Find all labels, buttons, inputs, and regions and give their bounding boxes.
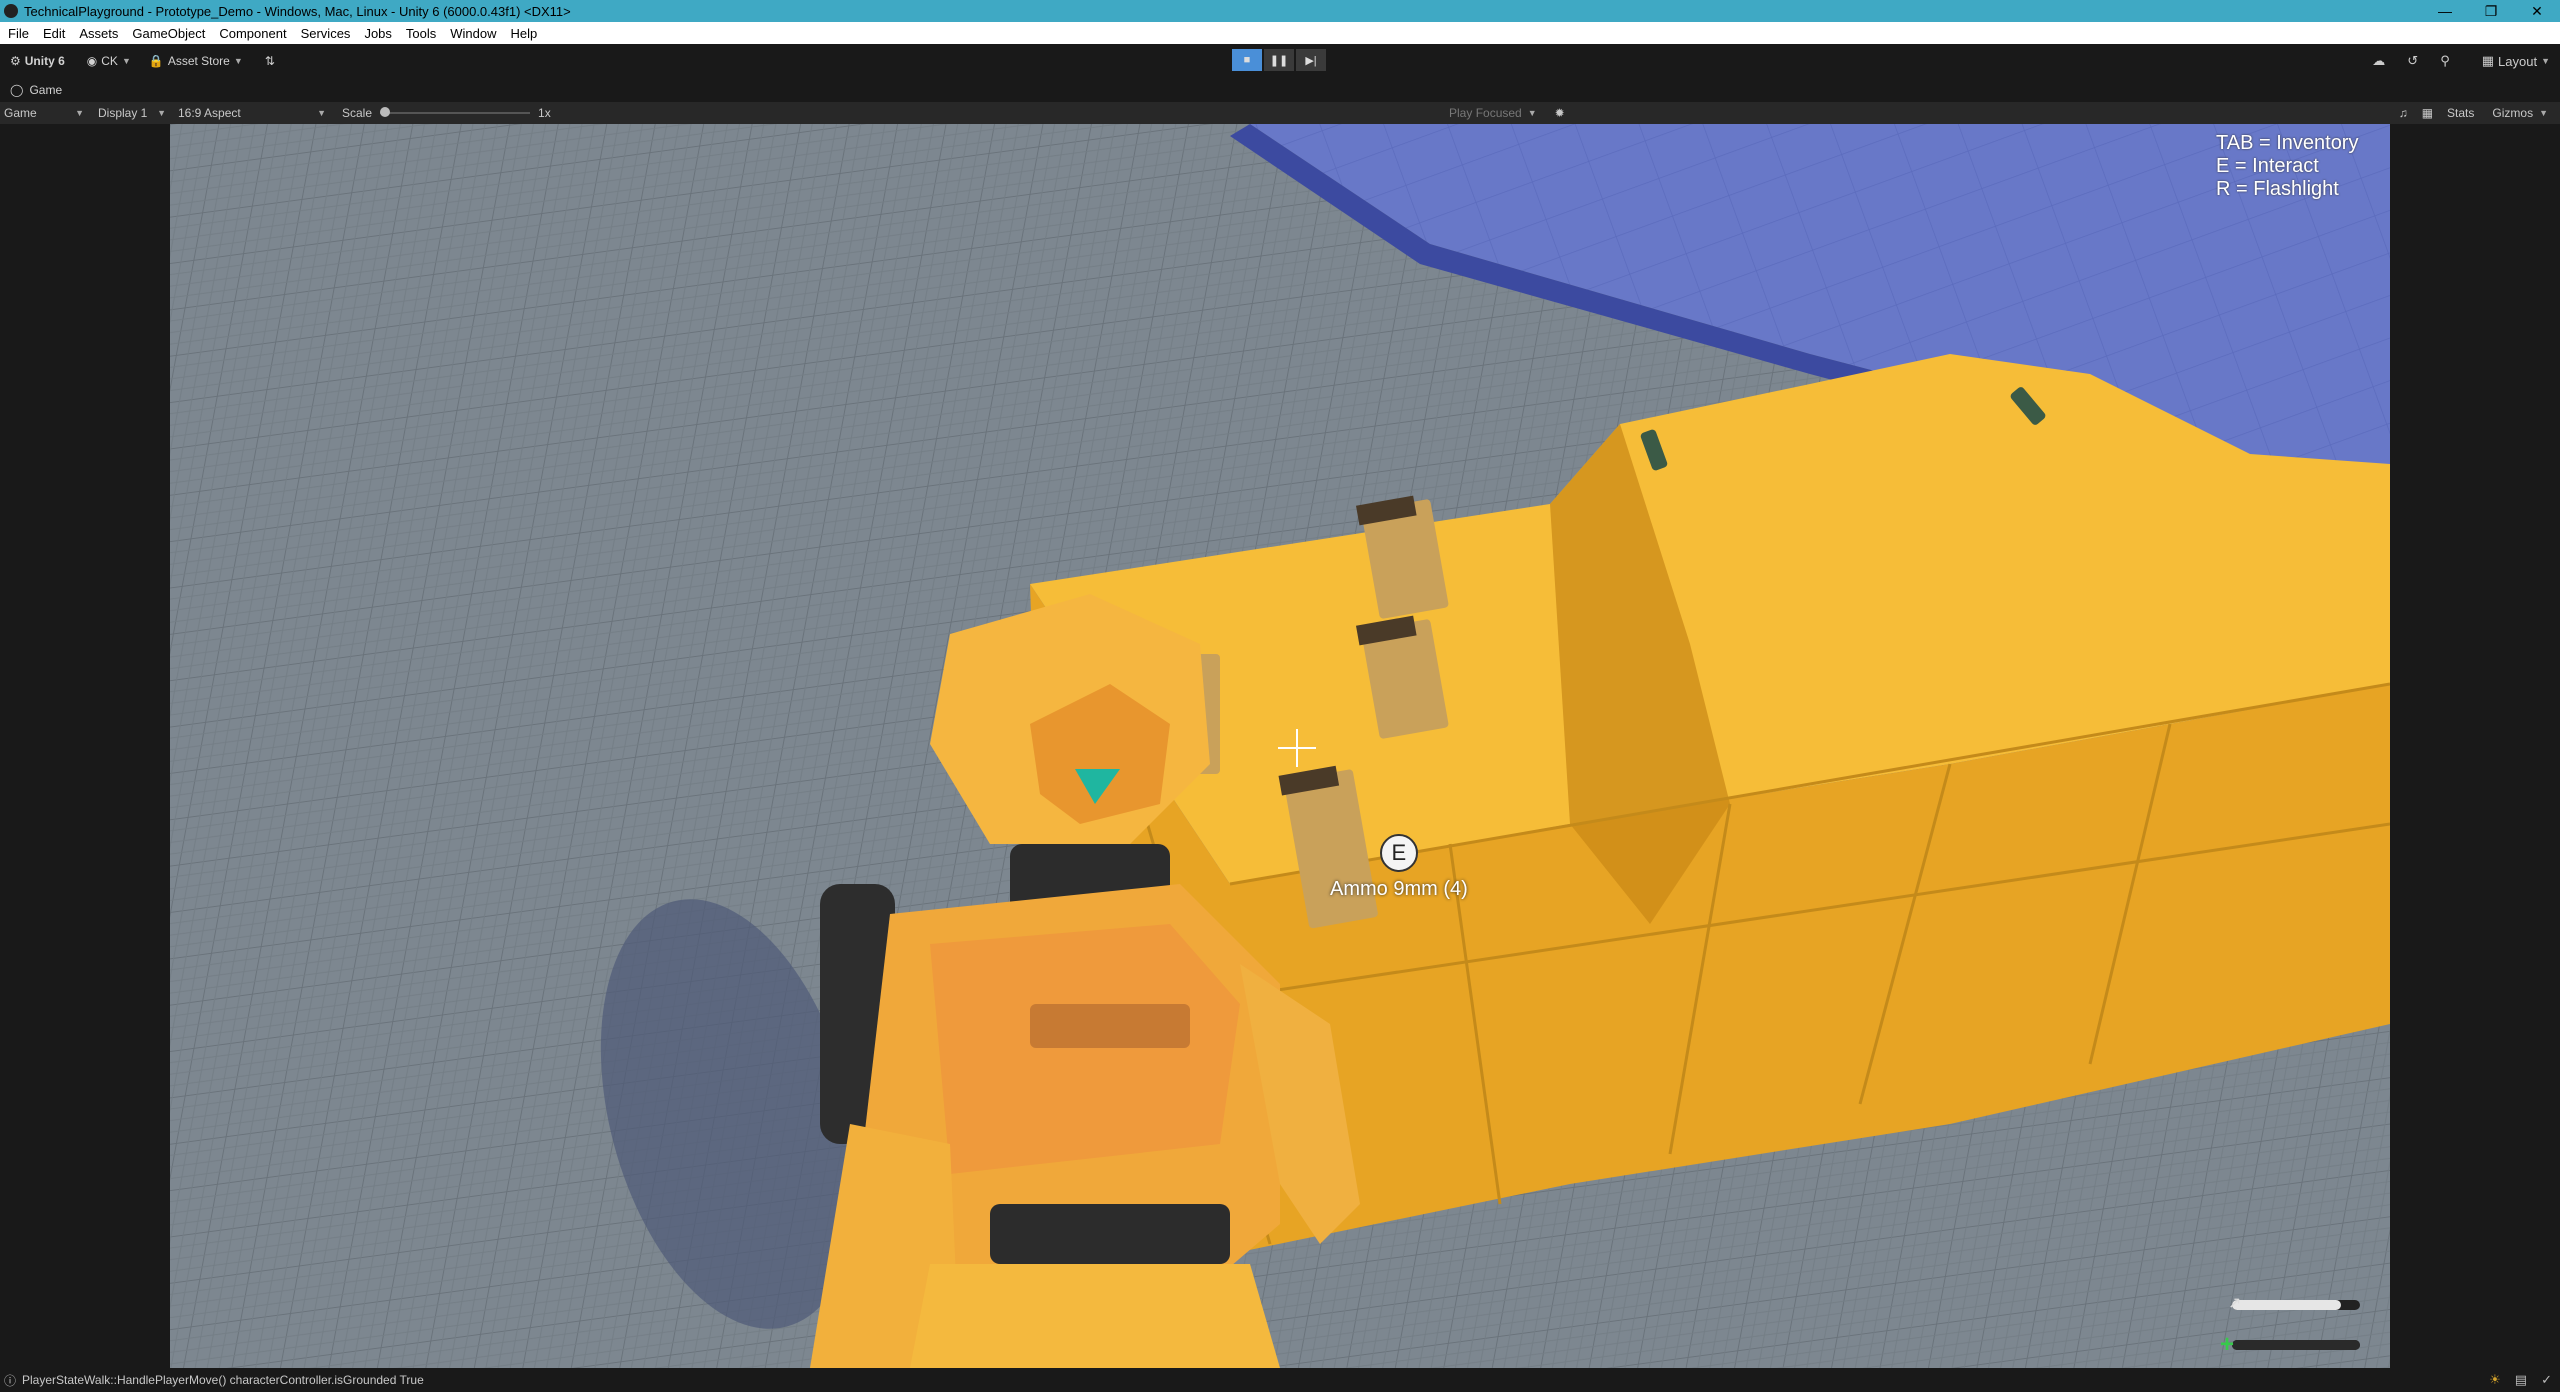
toolbar-right: ☁ ↺ ⚲ ▦ Layout ▼ [2372, 44, 2550, 78]
health-cross-icon: + [2220, 1331, 2234, 1358]
search-icon[interactable]: ⚲ [2440, 53, 2450, 69]
pause-button[interactable]: ❚❚ [1264, 49, 1294, 71]
aspect-dropdown[interactable]: 16:9 Aspect ▼ [174, 104, 330, 122]
game-tab-strip: ◯ Game [0, 78, 2560, 102]
chevron-down-icon: ▼ [75, 108, 84, 118]
step-icon: ▶| [1305, 54, 1317, 67]
game-view-icon: ◯ [10, 83, 24, 97]
layout-icon: ▦ [2481, 53, 2495, 68]
bag-icon: 🔒 [148, 54, 164, 68]
status-bar-right: ☀ ▤ ✓ [2489, 1368, 2552, 1392]
gizmos-dropdown[interactable]: Gizmos ▼ [2488, 104, 2552, 122]
menu-assets[interactable]: Assets [79, 26, 118, 41]
tab-game[interactable]: Game [29, 83, 62, 97]
chevron-down-icon: ▼ [2541, 56, 2550, 66]
game-viewport[interactable]: ↗ + TAB = Inventory E = Interact R = Fla… [170, 124, 2390, 1368]
hint-inventory: TAB = Inventory [2216, 132, 2359, 154]
unity-version-button[interactable]: ⚙ Unity 6 [10, 54, 65, 68]
menu-jobs[interactable]: Jobs [364, 26, 391, 41]
hint-interact: E = Interact [2216, 155, 2319, 177]
unity-app-icon [4, 4, 18, 18]
game-view-toolbar: Game ▼ Display 1 ▼ 16:9 Aspect ▼ Scale 1… [0, 102, 2560, 124]
window-title: TechnicalPlayground - Prototype_Demo - W… [24, 3, 571, 19]
menu-help[interactable]: Help [511, 26, 538, 41]
menu-services[interactable]: Services [301, 26, 351, 41]
info-icon: ⓘ [4, 1373, 17, 1388]
display-dropdown[interactable]: Display 1 ▼ [94, 104, 170, 122]
grid-icon[interactable]: ▦ [2422, 106, 2433, 120]
status-bar: ⓘ PlayerStateWalk::HandlePlayerMove() ch… [0, 1368, 2560, 1392]
menu-gameobject[interactable]: GameObject [132, 26, 205, 41]
stop-icon: ■ [1243, 54, 1251, 66]
menu-bar: File Edit Assets GameObject Component Se… [0, 22, 2560, 44]
stats-button[interactable]: Stats [2447, 106, 2474, 120]
chevron-down-icon: ▼ [157, 108, 166, 118]
play-controls: ■ ❚❚ ▶| [1232, 49, 1326, 71]
network-icon[interactable]: ✓ [2541, 1372, 2552, 1388]
chevron-down-icon: ▼ [1527, 108, 1537, 118]
game-scene: ↗ + [170, 124, 2390, 1368]
chevron-down-icon: ▼ [121, 56, 131, 66]
scale-slider-handle[interactable] [380, 107, 391, 117]
account-dropdown[interactable]: ◉ CK ▼ [87, 54, 131, 68]
asset-store-dropdown[interactable]: 🔒 Asset Store ▼ [149, 54, 243, 68]
interact-item-label: Ammo 9mm (4) [1330, 878, 1468, 900]
stamina-icon: ↗ [2228, 1295, 2241, 1312]
play-focus-dropdown[interactable]: Play Focused ▼ [1445, 104, 1541, 122]
unity-logo-icon: ⚙ [10, 54, 21, 68]
scale-label: Scale [342, 106, 373, 120]
chevron-down-icon: ▼ [2539, 108, 2548, 118]
close-button[interactable]: ✕ [2514, 0, 2560, 22]
scale-slider[interactable] [380, 107, 531, 117]
menu-tools[interactable]: Tools [406, 26, 436, 41]
branch-icon: ⇅ [264, 54, 275, 68]
lighting-icon[interactable]: ☀ [2489, 1372, 2501, 1388]
minimize-button[interactable]: — [2422, 0, 2468, 22]
chevron-down-icon: ▼ [233, 56, 243, 66]
interact-key-badge: E [1379, 834, 1418, 872]
hint-flashlight: R = Flashlight [2216, 178, 2339, 200]
step-button[interactable]: ▶| [1296, 49, 1326, 71]
main-toolbar: ⚙ Unity 6 ◉ CK ▼ 🔒 Asset Store ▼ ⇅ ■ ❚❚ … [0, 44, 2560, 78]
scale-value: 1x [538, 106, 551, 120]
menu-component[interactable]: Component [219, 26, 286, 41]
account-icon: ◉ [86, 54, 98, 68]
play-button[interactable]: ■ [1232, 49, 1262, 71]
chevron-down-icon: ▼ [317, 108, 326, 118]
version-control-button[interactable]: ⇅ [265, 54, 275, 68]
layout-dropdown[interactable]: ▦ Layout ▼ [2482, 53, 2550, 69]
console-message[interactable]: PlayerStateWalk::HandlePlayerMove() char… [22, 1373, 424, 1387]
maximize-button[interactable]: ❐ [2468, 0, 2514, 22]
layers-icon[interactable]: ▤ [2515, 1372, 2527, 1388]
bug-icon[interactable]: ✹ [1555, 106, 1565, 120]
cloud-icon[interactable]: ☁ [2372, 53, 2385, 69]
history-icon[interactable]: ↺ [2407, 53, 2418, 69]
menu-file[interactable]: File [8, 26, 29, 41]
controls-hint: TAB = Inventory E = Interact R = Flashli… [2216, 132, 2358, 201]
game-view-toolbar-right: Play Focused ▼ ✹ ♫ ▦ Stats Gizmos ▼ [1445, 102, 2552, 124]
window-title-bar: TechnicalPlayground - Prototype_Demo - W… [0, 0, 2560, 22]
mute-audio-icon[interactable]: ♫ [2399, 106, 2408, 120]
pause-icon: ❚❚ [1269, 54, 1289, 67]
interact-prompt: E Ammo 9mm (4) [1330, 834, 1468, 901]
menu-edit[interactable]: Edit [43, 26, 65, 41]
game-mode-dropdown[interactable]: Game ▼ [0, 104, 88, 122]
menu-window[interactable]: Window [450, 26, 496, 41]
